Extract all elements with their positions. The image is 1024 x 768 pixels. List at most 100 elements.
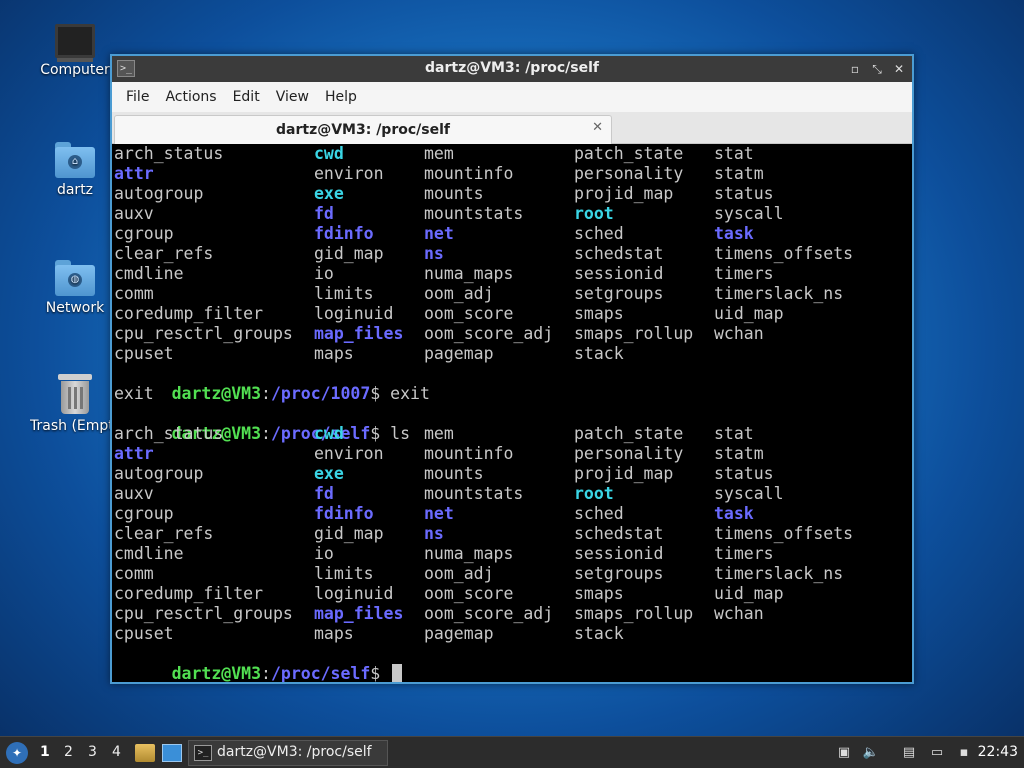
listing-row: cgroup fdinfo net sched task [112,504,912,524]
listing-entry: syscall [714,484,784,503]
close-button[interactable]: ✕ [890,59,908,79]
window-titlebar[interactable]: >_ dartz@VM3: /proc/self ▫ ⤡ ✕ [112,56,912,82]
listing-entry: pagemap [424,344,494,363]
maximize-button[interactable]: ⤡ [868,59,886,79]
listing-entry: numa_maps [424,264,514,283]
listing-entry: mem [424,424,454,443]
listing-row: autogroup exe mounts projid_map status [112,184,912,204]
listing-entry: environ [314,164,384,183]
listing-entry: exe [314,184,344,203]
listing-entry: timers [714,544,774,563]
listing-entry: timens_offsets [714,244,854,263]
clock: 22:43 [977,744,1018,760]
listing-row: arch_status cwd mem patch_state stat [112,424,912,444]
listing-entry: personality [574,444,684,463]
listing-entry: ns [424,524,444,543]
listing-entry: oom_adj [424,284,494,303]
listing-entry: oom_score [424,304,514,323]
prompt-path: /proc/self [270,664,371,682]
listing-entry: projid_map [574,464,674,483]
prompt-command [380,664,390,682]
taskbar: ✦ 1 2 3 4 >_ dartz@VM3: /proc/self ▣ 🔈 ▤… [0,736,1024,768]
clipboard-icon[interactable]: ▣ [835,744,853,762]
listing-row: cpuset maps pagemap stack [112,624,912,644]
window-title: dartz@VM3: /proc/self [425,60,599,76]
terminal-icon: >_ [194,745,212,761]
listing-entry: cwd [314,424,344,443]
listing-entry: uid_map [714,584,784,603]
listing-entry: auxv [114,484,154,503]
listing-entry: mountinfo [424,444,514,463]
listing-entry: io [314,264,334,283]
workspace-1[interactable]: 1 [40,744,50,760]
show-desktop-icon[interactable] [162,744,182,762]
listing-entry: fd [314,204,334,223]
workspace-4[interactable]: 4 [112,744,121,760]
network-icon[interactable]: ▭ [928,744,946,762]
listing-entry: cgroup [114,504,174,523]
listing-entry: mountstats [424,484,524,503]
command-output: exit [112,384,912,404]
menu-view[interactable]: View [268,89,317,105]
listing-row: cmdline io numa_maps sessionid timers [112,544,912,564]
listing-entry: syscall [714,204,784,223]
listing-entry: autogroup [114,184,204,203]
listing-entry: gid_map [314,524,384,543]
listing-entry: wchan [714,604,764,623]
prompt-sep: : [261,664,271,682]
listing-entry: cgroup [114,224,174,243]
volume-icon[interactable]: 🔈 [862,744,880,762]
listing-entry: sched [574,224,624,243]
listing-entry: arch_status [114,144,224,163]
listing-entry: cpuset [114,344,174,363]
prompt-line: dartz@VM3:/proc/1007$ exit [112,364,912,403]
listing-entry: mountstats [424,204,524,223]
tab-close-icon[interactable]: ✕ [592,120,603,135]
listing-entry: mounts [424,464,484,483]
taskbar-task-terminal[interactable]: >_ dartz@VM3: /proc/self [188,740,388,766]
listing-entry: sessionid [574,264,664,283]
listing-entry: stack [574,624,624,643]
prompt-line: dartz@VM3:/proc/self$ ls [112,404,912,443]
menu-help[interactable]: Help [317,89,365,105]
listing-entry: io [314,544,334,563]
listing-entry: setgroups [574,284,664,303]
minimize-button[interactable]: ▫ [846,59,864,79]
menubar: File Actions Edit View Help [112,82,912,112]
menu-edit[interactable]: Edit [225,89,268,105]
workspace-2[interactable]: 2 [64,744,73,760]
workspace-3[interactable]: 3 [88,744,97,760]
listing-entry: root [574,204,614,223]
file-manager-icon[interactable] [135,744,155,762]
listing-entry: stat [714,424,754,443]
listing-entry: arch_status [114,424,224,443]
desktop-icon-label: Trash (Empty) [30,418,115,434]
listing-entry: status [714,184,774,203]
terminal-output[interactable]: arch_status cwd mem patch_state stat attr envi… [112,144,912,682]
tab-bar: dartz@VM3: /proc/self ✕ [112,112,912,144]
listing-entry: map_files [314,324,404,343]
listing-entry: root [574,484,614,503]
listing-entry: wchan [714,324,764,343]
menu-actions[interactable]: Actions [157,89,224,105]
text-cursor [392,664,403,682]
listing-row: cpu_resctrl_groups map_files oom_score_adj… [112,324,912,344]
listing-entry: ns [424,244,444,263]
listing-entry: comm [114,284,154,303]
menu-file[interactable]: File [118,89,157,105]
terminal-tab[interactable]: dartz@VM3: /proc/self ✕ [114,115,612,144]
updates-icon[interactable]: ▪ [955,744,973,762]
listing-entry: smaps_rollup [574,604,694,623]
listing-row: autogroup exe mounts projid_map status [112,464,912,484]
listing-entry: auxv [114,204,154,223]
listing-entry: autogroup [114,464,204,483]
listing-row: cpu_resctrl_groups map_files oom_score_adj… [112,604,912,624]
listing-entry: loginuid [314,584,394,603]
listing-entry: patch_state [574,144,684,163]
notes-icon[interactable]: ▤ [900,744,918,762]
listing-entry: cwd [314,144,344,163]
listing-entry: smaps_rollup [574,324,694,343]
listing-entry: mountinfo [424,164,514,183]
listing-entry: smaps [574,304,624,323]
start-menu-icon[interactable]: ✦ [6,742,28,764]
